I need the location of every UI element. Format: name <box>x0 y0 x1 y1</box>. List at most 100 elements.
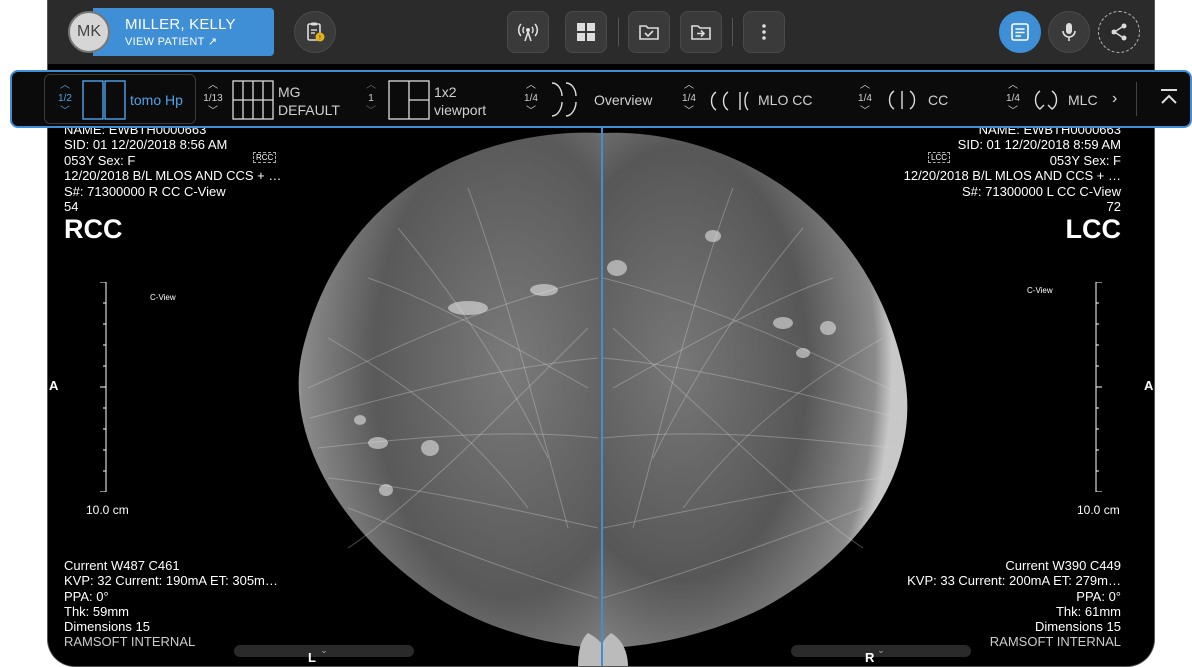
patient-avatar[interactable]: MK <box>68 11 110 53</box>
view-label: RCC <box>64 214 123 244</box>
scale-ruler <box>100 282 107 492</box>
folder-export-icon <box>691 25 711 40</box>
patient-banner[interactable]: MILLER, KELLY VIEW PATIENT ↗ <box>93 8 274 56</box>
view-patient-link[interactable]: VIEW PATIENT ↗ <box>125 35 274 48</box>
window-level-overlay: Current W487 C461 <box>64 558 180 573</box>
clipboard-badge-button[interactable]: ! <box>294 11 336 53</box>
chevron-up-icon[interactable]: ︿ <box>1002 80 1024 92</box>
institution-overlay: RAMSOFT INTERNAL <box>989 634 1121 649</box>
share-button[interactable] <box>1098 11 1140 53</box>
hp-page: 1/4 <box>524 93 538 104</box>
hp-page: 1/4 <box>682 93 696 104</box>
collapse-up-icon[interactable] <box>1158 87 1180 109</box>
share-icon <box>1111 23 1127 41</box>
series-overlay: S#: 71300000 R CC C-View <box>64 184 226 199</box>
hp-label-line2: DEFAULT <box>278 102 340 118</box>
toolbar-divider <box>618 18 619 46</box>
hp-pager[interactable]: ︿ 1/4 ﹀ <box>520 80 542 120</box>
folder-export-button[interactable] <box>680 11 722 53</box>
microphone-icon <box>1062 23 1076 41</box>
chevron-down-icon[interactable]: ﹀ <box>360 106 382 118</box>
hp-item-mg-default[interactable]: ︿ 1/13 ﹀ MG DEFAULT <box>202 80 342 120</box>
chevron-down-icon[interactable]: ﹀ <box>1002 106 1024 118</box>
chevron-down-icon[interactable]: ﹀ <box>520 106 542 118</box>
hp-pager[interactable]: ︿ 1 ﹀ <box>360 80 382 120</box>
scale-ruler <box>1095 282 1102 492</box>
toolbar-divider <box>732 18 733 46</box>
right-scroll-handle[interactable]: ⌄ <box>791 645 971 657</box>
more-options-button[interactable] <box>743 11 785 53</box>
hp-item-overview[interactable]: ︿ 1/4 ﹀ Overview <box>520 80 670 120</box>
report-icon <box>1011 23 1029 41</box>
chevron-up-icon[interactable]: ︿ <box>678 80 700 92</box>
left-scroll-handle[interactable]: ⌄ <box>234 645 414 657</box>
ppa-overlay: PPA: 0° <box>64 589 109 604</box>
exposure-overlay: KVP: 33 Current: 200mA ET: 279m… <box>907 573 1121 588</box>
hp-pager[interactable]: ︿ 1/4 ﹀ <box>678 80 700 120</box>
cview-label: C-View <box>1027 286 1053 295</box>
cview-label: C-View <box>150 293 176 302</box>
dictation-button[interactable] <box>1048 11 1090 53</box>
sid-overlay: SID: 01 12/20/2018 8:56 AM <box>64 137 228 152</box>
hp-item-1x2-viewport[interactable]: ︿ 1 ﹀ 1x2 viewport <box>360 80 500 120</box>
right-viewport[interactable]: NAME: EWBTH0000663 SID: 01 12/20/2018 8:… <box>603 128 1154 666</box>
chevron-right-icon[interactable]: › <box>1112 90 1117 108</box>
left-viewport[interactable]: NAME: EWBTH0000663 SID: 01 12/20/2018 8:… <box>48 128 601 666</box>
window-level-overlay: Current W390 C449 <box>1005 558 1121 573</box>
hp-page: 1/13 <box>203 93 223 104</box>
broadcast-icon <box>517 23 539 42</box>
study-overlay: 12/20/2018 B/L MLOS AND CCS + … <box>64 168 282 183</box>
chevron-up-icon[interactable]: ︿ <box>202 80 224 92</box>
hp-page: 1/2 <box>58 93 72 104</box>
layout-1x2-icon <box>388 80 430 120</box>
hp-page: 1 <box>368 93 374 104</box>
chevron-up-icon[interactable]: ︿ <box>520 80 542 92</box>
breast-views-icon <box>551 82 577 117</box>
layout-1x2-icon <box>82 80 126 120</box>
view-tag: LCC <box>928 152 951 163</box>
hp-pager[interactable]: ︿ 1/13 ﹀ <box>202 80 224 120</box>
thickness-overlay: Thk: 61mm <box>1055 604 1121 619</box>
cc-icon <box>888 90 916 110</box>
scale-label: 10.0 cm <box>1077 503 1120 517</box>
view-label: LCC <box>1065 214 1122 244</box>
hp-item-cc[interactable]: ︿ 1/4 ﹀ CC <box>854 80 974 120</box>
chevron-down-icon[interactable]: ﹀ <box>202 106 224 118</box>
dimensions-overlay: Dimensions 15 <box>64 619 150 634</box>
folder-check-button[interactable] <box>628 11 670 53</box>
hp-label-line1: 1x2 <box>434 84 457 100</box>
exposure-overlay: KVP: 32 Current: 190mA ET: 305m… <box>64 573 278 588</box>
hp-page: 1/4 <box>858 93 872 104</box>
age-sex-overlay: 053Y Sex: F <box>64 153 136 168</box>
chevron-down-icon[interactable]: ﹀ <box>854 106 876 118</box>
chevron-up-icon[interactable]: ︿ <box>54 80 76 92</box>
hanging-protocol-bar: ︿ 1/2 ﹀ tomo Hp ︿ 1/13 ﹀ MG DEFAULT ︿ 1 … <box>10 70 1192 128</box>
hp-item-tomo-hp[interactable]: ︿ 1/2 ﹀ tomo Hp <box>54 80 194 120</box>
age-sex-overlay: 053Y Sex: F <box>1049 153 1121 168</box>
hp-item-mlc[interactable]: ︿ 1/4 ﹀ MLC <box>1002 80 1102 120</box>
broadcast-button[interactable] <box>507 11 549 53</box>
chevron-down-icon[interactable]: ﹀ <box>54 106 76 118</box>
hp-item-mlo-cc[interactable]: ︿ 1/4 ﹀ MLO CC <box>678 80 828 120</box>
hp-pager[interactable]: ︿ 1/4 ﹀ <box>854 80 876 120</box>
ppa-overlay: PPA: 0° <box>1076 589 1121 604</box>
mlo-cc-icon <box>710 91 749 111</box>
chevron-down-icon[interactable]: ﹀ <box>678 106 700 118</box>
chevron-up-icon[interactable]: ︿ <box>360 80 382 92</box>
study-overlay: 12/20/2018 B/L MLOS AND CCS + … <box>903 168 1121 183</box>
hp-label: Overview <box>594 92 653 108</box>
layout-grid-button[interactable] <box>565 11 607 53</box>
thickness-overlay: Thk: 59mm <box>64 604 130 619</box>
image-number-overlay: 54 <box>64 199 79 214</box>
chevron-up-icon[interactable]: ︿ <box>854 80 876 92</box>
orientation-marker: A <box>49 378 59 393</box>
patient-name: MILLER, KELLY <box>125 16 236 33</box>
hp-label-line1: MG <box>278 84 301 100</box>
report-button[interactable] <box>999 11 1041 53</box>
bottom-orientation: R <box>865 650 875 665</box>
hp-label: MLO CC <box>758 92 813 108</box>
hp-label: tomo Hp <box>130 92 183 108</box>
hp-pager[interactable]: ︿ 1/4 ﹀ <box>1002 80 1024 120</box>
dimensions-overlay: Dimensions 15 <box>1035 619 1121 634</box>
hp-pager[interactable]: ︿ 1/2 ﹀ <box>54 80 76 120</box>
